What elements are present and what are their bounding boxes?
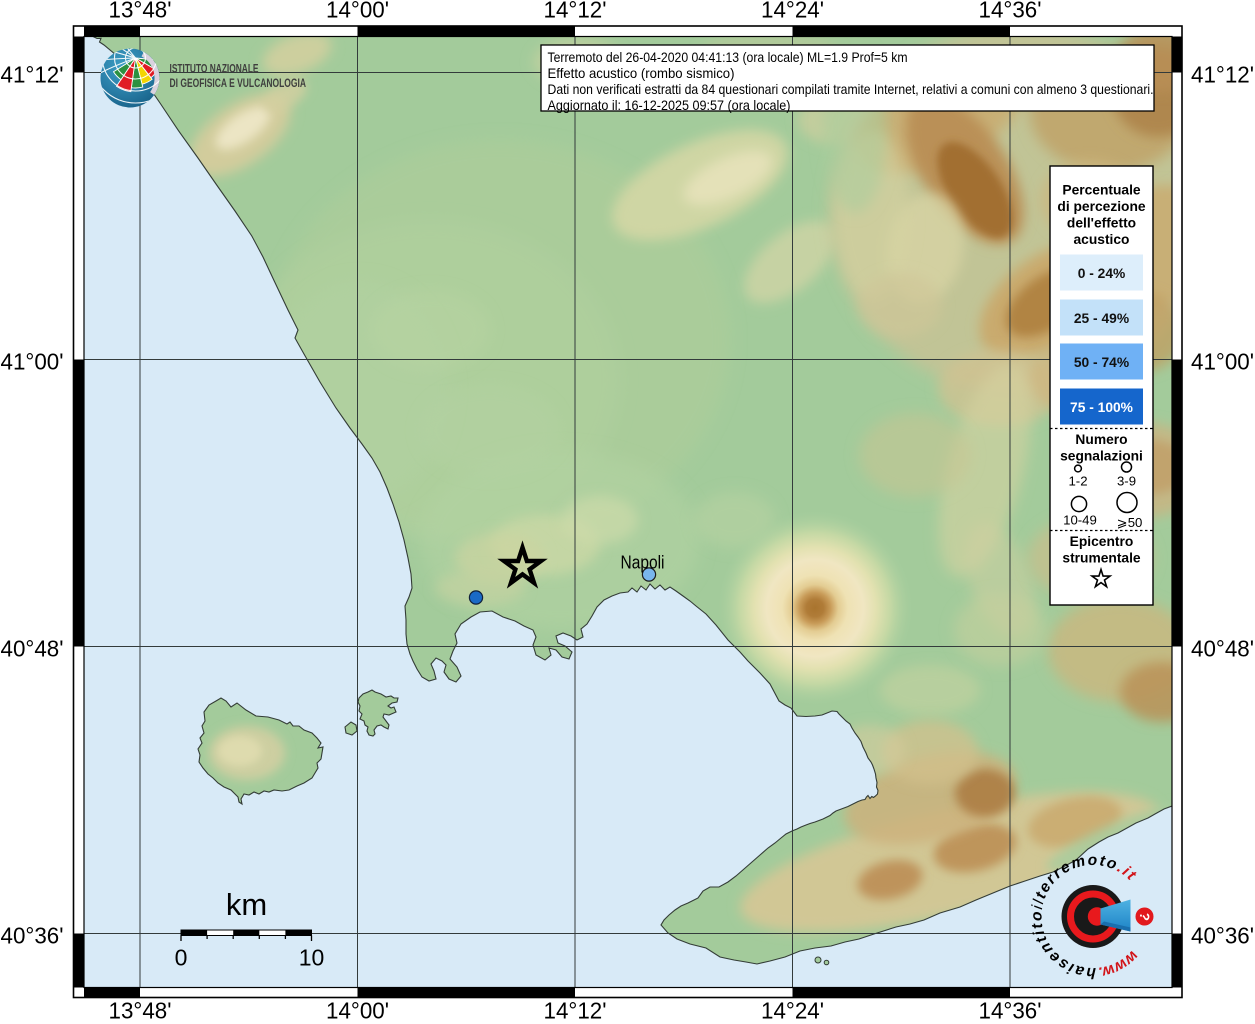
svg-text:10-49: 10-49	[1063, 513, 1097, 528]
svg-text:di percezione: di percezione	[1057, 199, 1145, 214]
svg-text:1-2: 1-2	[1068, 474, 1087, 489]
svg-text:14°36': 14°36'	[979, 0, 1042, 23]
svg-text:3-9: 3-9	[1117, 474, 1136, 489]
svg-text:14°12': 14°12'	[544, 0, 607, 23]
svg-text:13°48': 13°48'	[109, 0, 172, 23]
svg-text:Effetto acustico (rombo sismic: Effetto acustico (rombo sismico)	[548, 65, 735, 81]
svg-text:strumentale: strumentale	[1062, 551, 1141, 566]
svg-text:14°24': 14°24'	[761, 998, 824, 1024]
svg-text:segnalazioni: segnalazioni	[1060, 449, 1143, 464]
svg-text:41°00': 41°00'	[1191, 349, 1254, 375]
svg-text:Terremoto del 26-04-2020 04:41: Terremoto del 26-04-2020 04:41:13 (ora l…	[548, 49, 908, 65]
svg-text:40°48': 40°48'	[1191, 636, 1254, 662]
svg-text:41°12': 41°12'	[1191, 62, 1254, 88]
svg-text:50 - 74%: 50 - 74%	[1074, 355, 1129, 370]
svg-text:40°48': 40°48'	[1, 636, 64, 662]
svg-text:ISTITUTO NAZIONALE: ISTITUTO NAZIONALE	[170, 64, 259, 76]
svg-text:41°12': 41°12'	[1, 62, 64, 88]
svg-text:10: 10	[299, 945, 325, 971]
svg-text:Numero: Numero	[1075, 432, 1127, 447]
svg-text:13°48': 13°48'	[109, 998, 172, 1024]
svg-text:75 - 100%: 75 - 100%	[1070, 400, 1133, 415]
svg-text:Napoli: Napoli	[621, 552, 665, 573]
svg-text:0 - 24%: 0 - 24%	[1078, 266, 1126, 281]
svg-text:km: km	[226, 887, 267, 922]
svg-text:0: 0	[175, 945, 188, 971]
svg-text:25 - 49%: 25 - 49%	[1074, 311, 1129, 326]
svg-text:14°24': 14°24'	[761, 0, 824, 23]
svg-text:Epicentro: Epicentro	[1070, 534, 1134, 549]
svg-text:DI GEOFISICA E VULCANOLOGIA: DI GEOFISICA E VULCANOLOGIA	[170, 78, 307, 90]
svg-text:14°00': 14°00'	[326, 0, 389, 23]
svg-text:dell'effetto: dell'effetto	[1067, 216, 1136, 231]
svg-text:14°36': 14°36'	[979, 998, 1042, 1024]
svg-text:14°00': 14°00'	[326, 998, 389, 1024]
svg-text:14°12': 14°12'	[544, 998, 607, 1024]
svg-text:Percentuale: Percentuale	[1062, 183, 1141, 198]
svg-text:⩾50: ⩾50	[1117, 515, 1143, 530]
svg-text:41°00': 41°00'	[1, 349, 64, 375]
svg-text:Aggiornato il: 16-12-2025 09:5: Aggiornato il: 16-12-2025 09:57 (ora loc…	[548, 97, 791, 113]
svg-text:acustico: acustico	[1074, 232, 1130, 247]
svg-text:40°36': 40°36'	[1191, 923, 1254, 949]
svg-text:Dati non verificati estratti d: Dati non verificati estratti da 84 quest…	[548, 81, 1154, 97]
svg-text:40°36': 40°36'	[1, 923, 64, 949]
